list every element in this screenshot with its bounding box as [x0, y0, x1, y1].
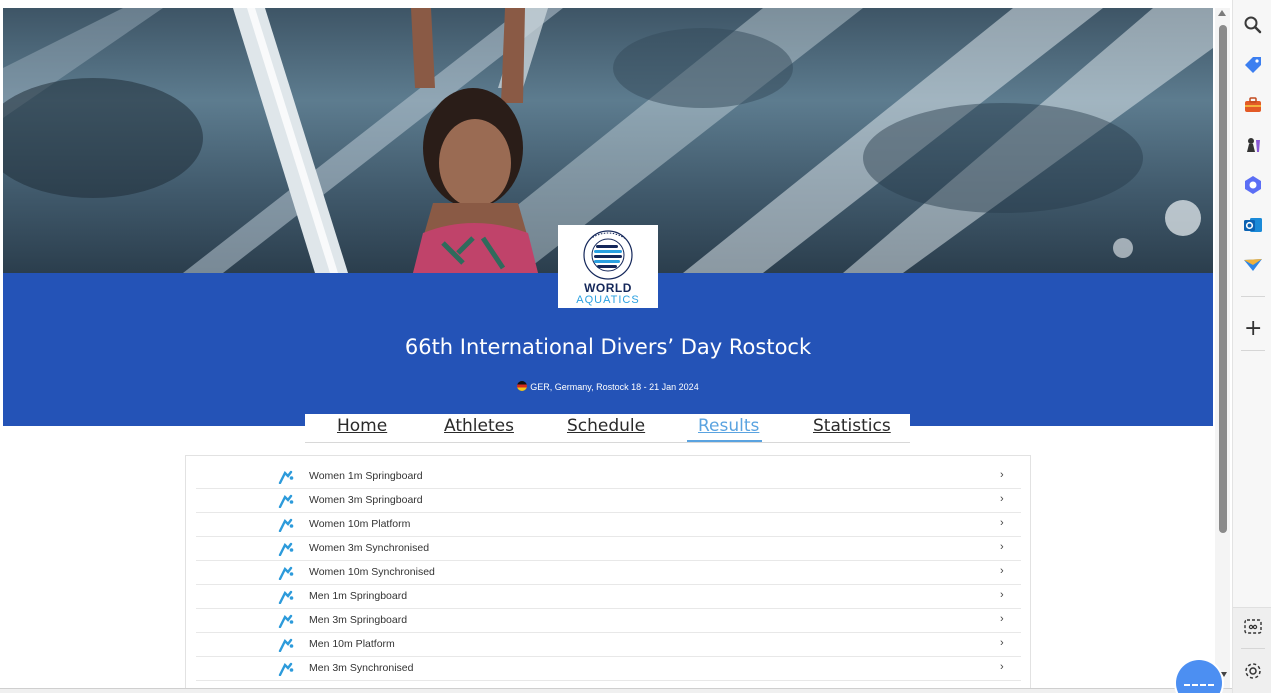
list-item[interactable]: Women 3m Synchronised ›	[196, 537, 1021, 561]
list-item-label: Women 10m Synchronised	[309, 566, 435, 578]
add-icon[interactable]: +	[1244, 318, 1262, 340]
chevron-right-icon: ›	[1000, 613, 1004, 625]
list-item[interactable]: Women 10m Synchronised ›	[196, 561, 1021, 585]
active-tab-indicator	[687, 440, 762, 442]
diving-icon	[278, 566, 294, 580]
diving-icon	[278, 590, 294, 604]
diving-icon	[278, 614, 294, 628]
list-item-label: Women 10m Platform	[309, 518, 411, 530]
screenshot-icon[interactable]	[1242, 616, 1264, 638]
world-aquatics-logo: WORLD AQUATICS	[558, 225, 658, 308]
sidebar-bottom	[1233, 607, 1271, 693]
chevron-right-icon: ›	[1000, 661, 1004, 673]
chevron-down-icon[interactable]	[1221, 672, 1227, 677]
tab-statistics[interactable]: Statistics	[813, 416, 891, 436]
page-content: WORLD AQUATICS 66th International Divers…	[3, 8, 1213, 693]
logo-word-aquatics: AQUATICS	[576, 294, 640, 306]
list-item[interactable]: Men 1m Springboard ›	[196, 585, 1021, 609]
list-item[interactable]: Men 3m Synchronised ›	[196, 657, 1021, 681]
dashed-line-icon	[1184, 684, 1214, 686]
outlook-icon[interactable]	[1242, 214, 1264, 236]
browser-viewport: WORLD AQUATICS 66th International Divers…	[0, 0, 1271, 693]
gear-icon[interactable]	[1242, 660, 1264, 682]
event-location-date: GER, Germany, Rostock 18 - 21 Jan 2024	[530, 382, 699, 392]
tab-home[interactable]: Home	[337, 416, 387, 436]
diving-icon	[278, 494, 294, 508]
tab-results[interactable]: Results	[698, 416, 759, 436]
list-item-label: Women 3m Springboard	[309, 494, 423, 506]
scroll-up-arrow-icon[interactable]	[1218, 10, 1226, 16]
germany-flag-icon	[517, 381, 528, 391]
chess-icon[interactable]	[1242, 134, 1264, 156]
chevron-right-icon: ›	[1000, 541, 1004, 553]
chevron-right-icon: ›	[1000, 565, 1004, 577]
chevron-right-icon: ›	[1000, 469, 1004, 481]
chevron-right-icon: ›	[1000, 517, 1004, 529]
results-list: Women 1m Springboard › Women 3m Springbo…	[185, 455, 1031, 693]
page-scrollbar[interactable]	[1215, 8, 1230, 693]
browser-side-panel: +	[1232, 0, 1271, 693]
search-icon[interactable]	[1242, 14, 1264, 36]
tag-icon[interactable]	[1242, 54, 1264, 76]
list-item-label: Men 10m Platform	[309, 638, 395, 650]
sidebar-divider	[1241, 296, 1265, 297]
copilot-icon[interactable]	[1242, 174, 1264, 196]
diving-icon	[278, 638, 294, 652]
list-item[interactable]: Women 1m Springboard ›	[196, 465, 1021, 489]
list-item-label: Men 1m Springboard	[309, 590, 408, 602]
list-item-label: Women 1m Springboard	[309, 470, 423, 482]
chevron-right-icon: ›	[1000, 589, 1004, 601]
sidebar-divider	[1241, 648, 1265, 649]
scrollbar-thumb[interactable]	[1219, 25, 1227, 533]
tab-athletes[interactable]: Athletes	[444, 416, 514, 436]
window-bottom-edge	[0, 688, 1232, 693]
main-nav-tabs: Home Athletes Schedule Results Statistic…	[305, 414, 910, 443]
tab-schedule[interactable]: Schedule	[567, 416, 645, 436]
list-item[interactable]: Women 3m Springboard ›	[196, 489, 1021, 513]
event-title: 66th International Divers’ Day Rostock	[404, 335, 812, 359]
diving-icon	[278, 518, 294, 532]
logo-word-world: WORLD	[584, 281, 632, 295]
sidebar-divider	[1241, 350, 1265, 351]
list-item-label: Women 3m Synchronised	[309, 542, 430, 554]
event-subtitle: GER, Germany, Rostock 18 - 21 Jan 2024	[3, 381, 1213, 392]
list-item-label: Men 3m Synchronised	[309, 662, 414, 674]
list-item[interactable]: Men 10m Platform ›	[196, 633, 1021, 657]
list-item[interactable]: Women 10m Platform ›	[196, 513, 1021, 537]
diving-icon	[278, 542, 294, 556]
send-icon[interactable]	[1242, 254, 1264, 276]
chevron-right-icon: ›	[1000, 637, 1004, 649]
diving-icon	[278, 470, 294, 484]
list-item[interactable]: Men 3m Springboard ›	[196, 609, 1021, 633]
diving-icon	[278, 662, 294, 676]
list-item-label: Men 3m Springboard	[309, 614, 408, 626]
chevron-right-icon: ›	[1000, 493, 1004, 505]
briefcase-icon[interactable]	[1242, 94, 1264, 116]
